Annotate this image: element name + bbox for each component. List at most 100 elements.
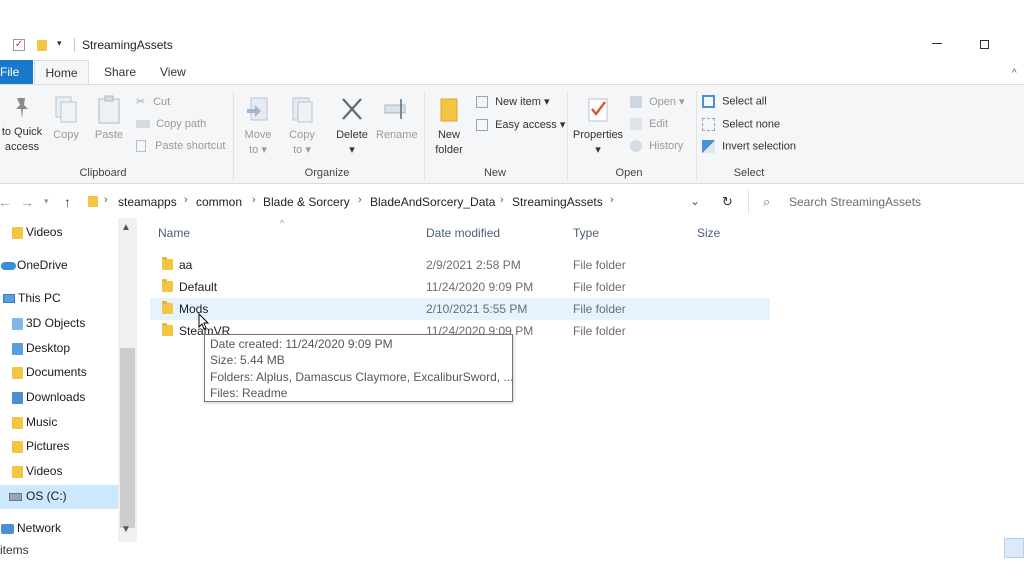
delete-button[interactable]: Delete ▾: [332, 95, 372, 158]
pin-to-quick-access-button[interactable]: to Quick access: [0, 95, 44, 155]
properties-button[interactable]: Properties ▾: [570, 95, 626, 158]
easy-access-button[interactable]: Easy access ▾: [476, 118, 565, 132]
tab-share[interactable]: Share: [104, 60, 136, 84]
nav-item-downloads[interactable]: Downloads: [0, 387, 120, 409]
file-type: File folder: [573, 302, 626, 316]
breadcrumb-streamingassets[interactable]: StreamingAssets: [512, 195, 603, 209]
nav-item-music[interactable]: Music: [0, 412, 120, 434]
nav-item-label: Documents: [26, 365, 87, 379]
title-bar: ✓ ▾ StreamingAssets: [0, 30, 1024, 60]
breadcrumb-chevron-icon[interactable]: ›: [610, 194, 614, 206]
properties-dropdown-icon[interactable]: ▾: [570, 143, 626, 158]
breadcrumb-chevron-icon[interactable]: ›: [252, 194, 256, 206]
new-item-button[interactable]: New item ▾: [476, 95, 550, 109]
nav-item-pictures[interactable]: Pictures: [0, 436, 120, 458]
computer-icon: [3, 294, 15, 303]
copy-path-label: Copy path: [156, 118, 207, 130]
nav-item-desktop[interactable]: Desktop: [0, 338, 120, 360]
properties-quick-icon[interactable]: ✓: [13, 39, 25, 51]
breadcrumb-chevron-icon[interactable]: ›: [500, 194, 504, 206]
nav-item-os-c[interactable]: OS (C:): [0, 485, 120, 509]
cut-button[interactable]: ✂ Cut: [136, 95, 170, 108]
folder-icon: [162, 279, 173, 292]
new-folder-quick-icon[interactable]: [37, 40, 47, 51]
move-to-button[interactable]: Move to ▾: [240, 95, 276, 158]
nav-item-documents[interactable]: Documents: [0, 362, 120, 384]
address-history-dropdown-icon[interactable]: ⌄: [690, 194, 700, 208]
address-bar[interactable]: › steamapps › common › Blade & Sorcery ›…: [80, 190, 740, 214]
quick-access-toolbar-dropdown-icon[interactable]: ▾: [57, 38, 62, 49]
column-header-date-modified[interactable]: Date modified: [426, 226, 500, 240]
column-header-type[interactable]: Type: [573, 226, 599, 240]
select-all-button[interactable]: Select all: [702, 95, 767, 108]
file-type: File folder: [573, 280, 626, 294]
tooltip-folders: Folders: Alplus, Damascus Claymore, Exca…: [210, 370, 514, 384]
breadcrumb-bladeandsorcery-data[interactable]: BladeAndSorcery_Data: [370, 195, 495, 209]
organize-group-label: Organize: [304, 167, 350, 179]
search-input[interactable]: ⌕ Search StreamingAssets: [748, 190, 1024, 214]
file-date: 11/24/2020 9:09 PM: [426, 280, 534, 294]
new-folder-button[interactable]: New folder: [430, 95, 468, 158]
copy-button[interactable]: Copy: [48, 95, 84, 143]
scroll-up-arrow-icon[interactable]: ▲: [121, 222, 131, 233]
downloads-icon: [12, 392, 23, 404]
nav-item-3d-objects[interactable]: 3D Objects: [0, 313, 120, 335]
breadcrumb-common[interactable]: common: [196, 195, 242, 209]
breadcrumb-chevron-icon[interactable]: ›: [184, 194, 188, 206]
forward-arrow-icon[interactable]: →: [20, 194, 34, 210]
open-button[interactable]: Open ▾: [630, 95, 685, 109]
paste-button[interactable]: Paste: [90, 95, 128, 143]
nav-item-label: Network: [17, 521, 62, 535]
maximize-icon[interactable]: [980, 40, 989, 49]
paste-shortcut-button[interactable]: Paste shortcut: [136, 140, 226, 153]
copy-path-button[interactable]: Copy path: [136, 118, 206, 130]
refresh-icon[interactable]: ↻: [722, 194, 733, 210]
invert-selection-button[interactable]: Invert selection: [702, 140, 796, 153]
breadcrumb-chevron-icon[interactable]: ›: [104, 194, 108, 206]
tab-home[interactable]: Home: [34, 60, 89, 85]
nav-item-videos[interactable]: Videos: [0, 222, 120, 244]
easy-access-icon: [476, 119, 488, 132]
nav-item-videos-pc[interactable]: Videos: [0, 461, 120, 483]
rename-button[interactable]: Rename: [376, 95, 418, 143]
ribbon-collapse-icon[interactable]: ^: [1012, 68, 1017, 79]
breadcrumb-chevron-icon[interactable]: ›: [358, 194, 362, 206]
edit-button[interactable]: Edit: [630, 118, 668, 131]
file-type: File folder: [573, 324, 626, 338]
breadcrumb-steamapps[interactable]: steamapps: [118, 195, 177, 209]
minimize-icon[interactable]: [932, 43, 942, 44]
tab-view[interactable]: View: [160, 60, 186, 84]
scroll-down-arrow-icon[interactable]: ▼: [121, 524, 131, 535]
select-none-button[interactable]: Select none: [702, 118, 780, 131]
sort-caret-icon: ^: [280, 218, 285, 228]
nav-item-this-pc[interactable]: This PC: [0, 288, 120, 310]
file-row-hovered[interactable]: Mods 2/10/2021 5:55 PM File folder: [150, 298, 770, 320]
open-icon: [630, 96, 642, 109]
file-row[interactable]: aa 2/9/2021 2:58 PM File folder: [150, 254, 770, 276]
column-header-size[interactable]: Size: [697, 226, 720, 240]
history-button[interactable]: History: [630, 140, 683, 153]
back-arrow-icon[interactable]: ←: [0, 194, 12, 210]
new-group-label: New: [483, 167, 506, 179]
nav-item-network[interactable]: Network: [0, 518, 120, 540]
column-header-name[interactable]: Name: [158, 226, 190, 240]
details-view-toggle-icon[interactable]: [1004, 538, 1024, 558]
up-arrow-icon[interactable]: ↑: [64, 194, 71, 210]
file-type: File folder: [573, 258, 626, 272]
folder-icon: [162, 257, 173, 270]
tooltip-date-created: Date created: 11/24/2020 9:09 PM: [210, 337, 393, 351]
file-row[interactable]: Default 11/24/2020 9:09 PM File folder: [150, 276, 770, 298]
recent-locations-icon[interactable]: ▾: [44, 196, 49, 207]
group-divider: [696, 91, 697, 181]
new-item-icon: [476, 96, 488, 109]
nav-item-onedrive[interactable]: OneDrive: [0, 255, 120, 277]
tab-file[interactable]: File: [0, 60, 33, 84]
paste-shortcut-label: Paste shortcut: [155, 140, 226, 152]
copy-to-button[interactable]: Copy to ▾: [284, 95, 320, 158]
folder-icon: [162, 301, 173, 314]
nav-item-label: Music: [26, 415, 58, 429]
delete-dropdown-icon[interactable]: ▾: [332, 143, 372, 158]
tooltip-files: Files: Readme: [210, 386, 288, 400]
breadcrumb-blade-sorcery[interactable]: Blade & Sorcery: [263, 195, 350, 209]
nav-scrollbar-thumb[interactable]: [120, 348, 135, 528]
